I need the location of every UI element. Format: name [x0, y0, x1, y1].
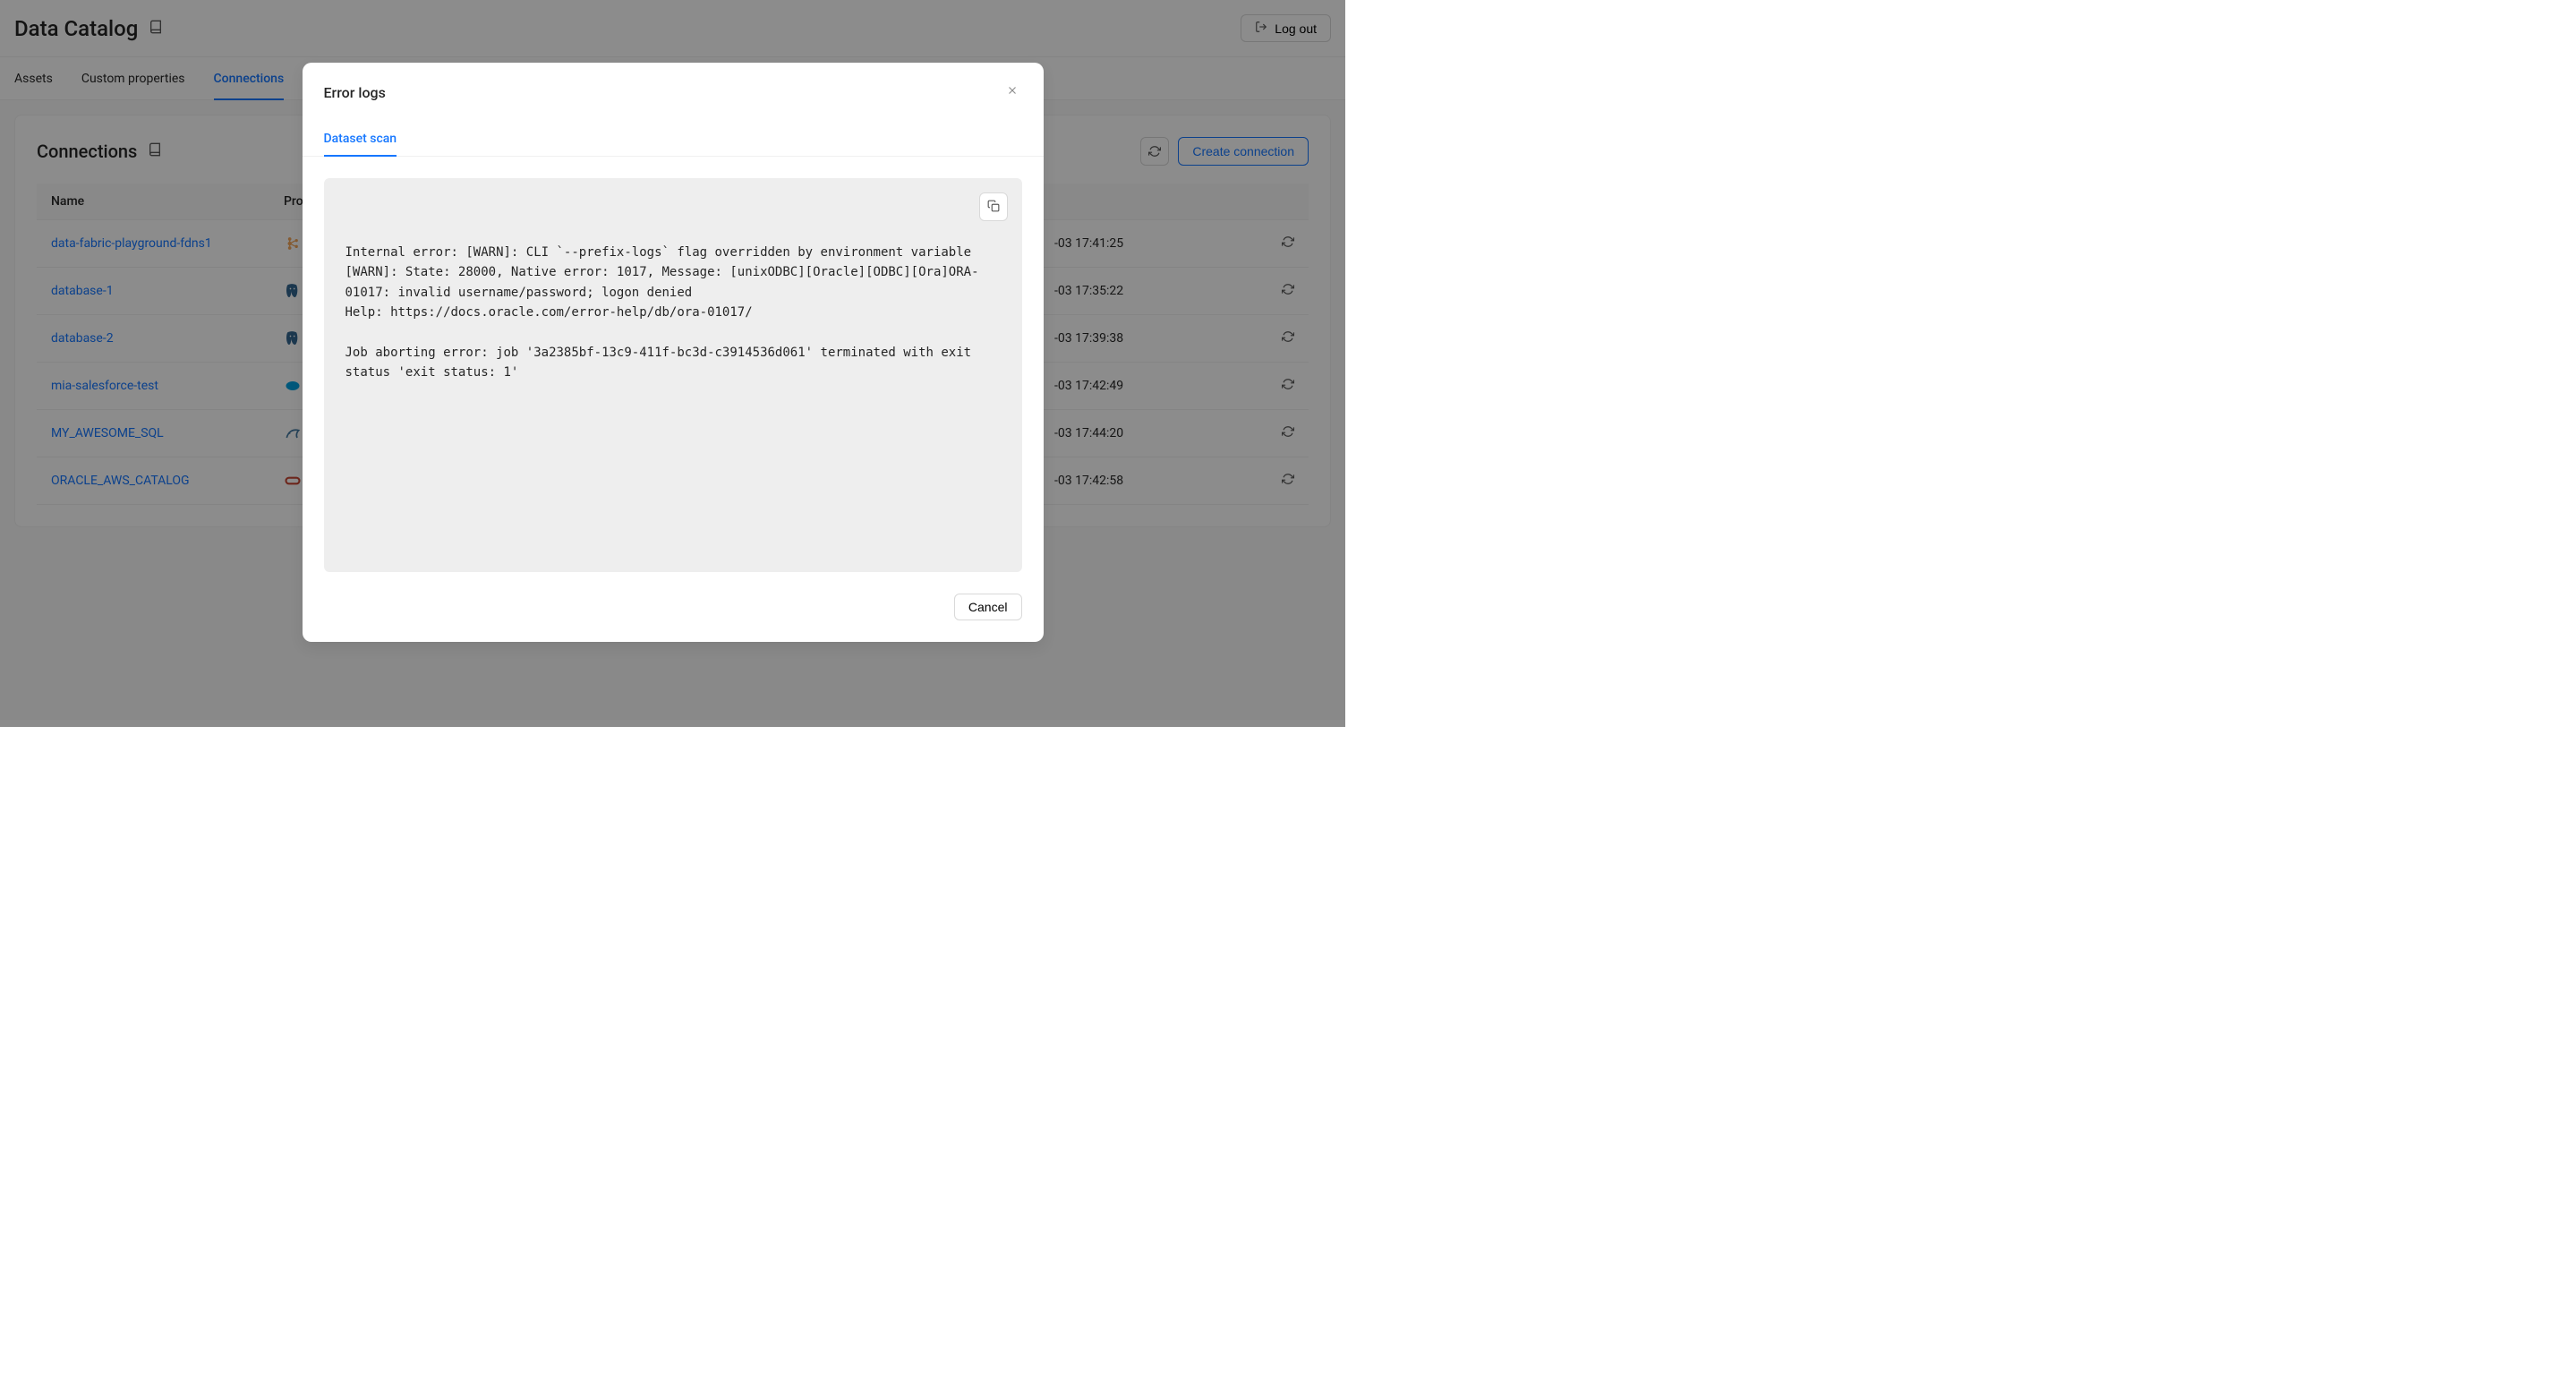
- modal-tab-dataset-scan[interactable]: Dataset scan: [324, 123, 397, 157]
- error-logs-modal: Error logs Dataset scan Internal error: …: [303, 63, 1044, 642]
- cancel-button[interactable]: Cancel: [954, 594, 1022, 620]
- log-container: Internal error: [WARN]: CLI `--prefix-lo…: [324, 178, 1022, 572]
- copy-button[interactable]: [979, 192, 1008, 221]
- log-text[interactable]: Internal error: [WARN]: CLI `--prefix-lo…: [345, 200, 1001, 383]
- copy-icon: [987, 200, 1000, 215]
- close-button[interactable]: [1002, 81, 1022, 105]
- modal-title: Error logs: [324, 84, 386, 101]
- modal-overlay: Error logs Dataset scan Internal error: …: [0, 0, 1345, 727]
- close-icon: [1006, 85, 1019, 100]
